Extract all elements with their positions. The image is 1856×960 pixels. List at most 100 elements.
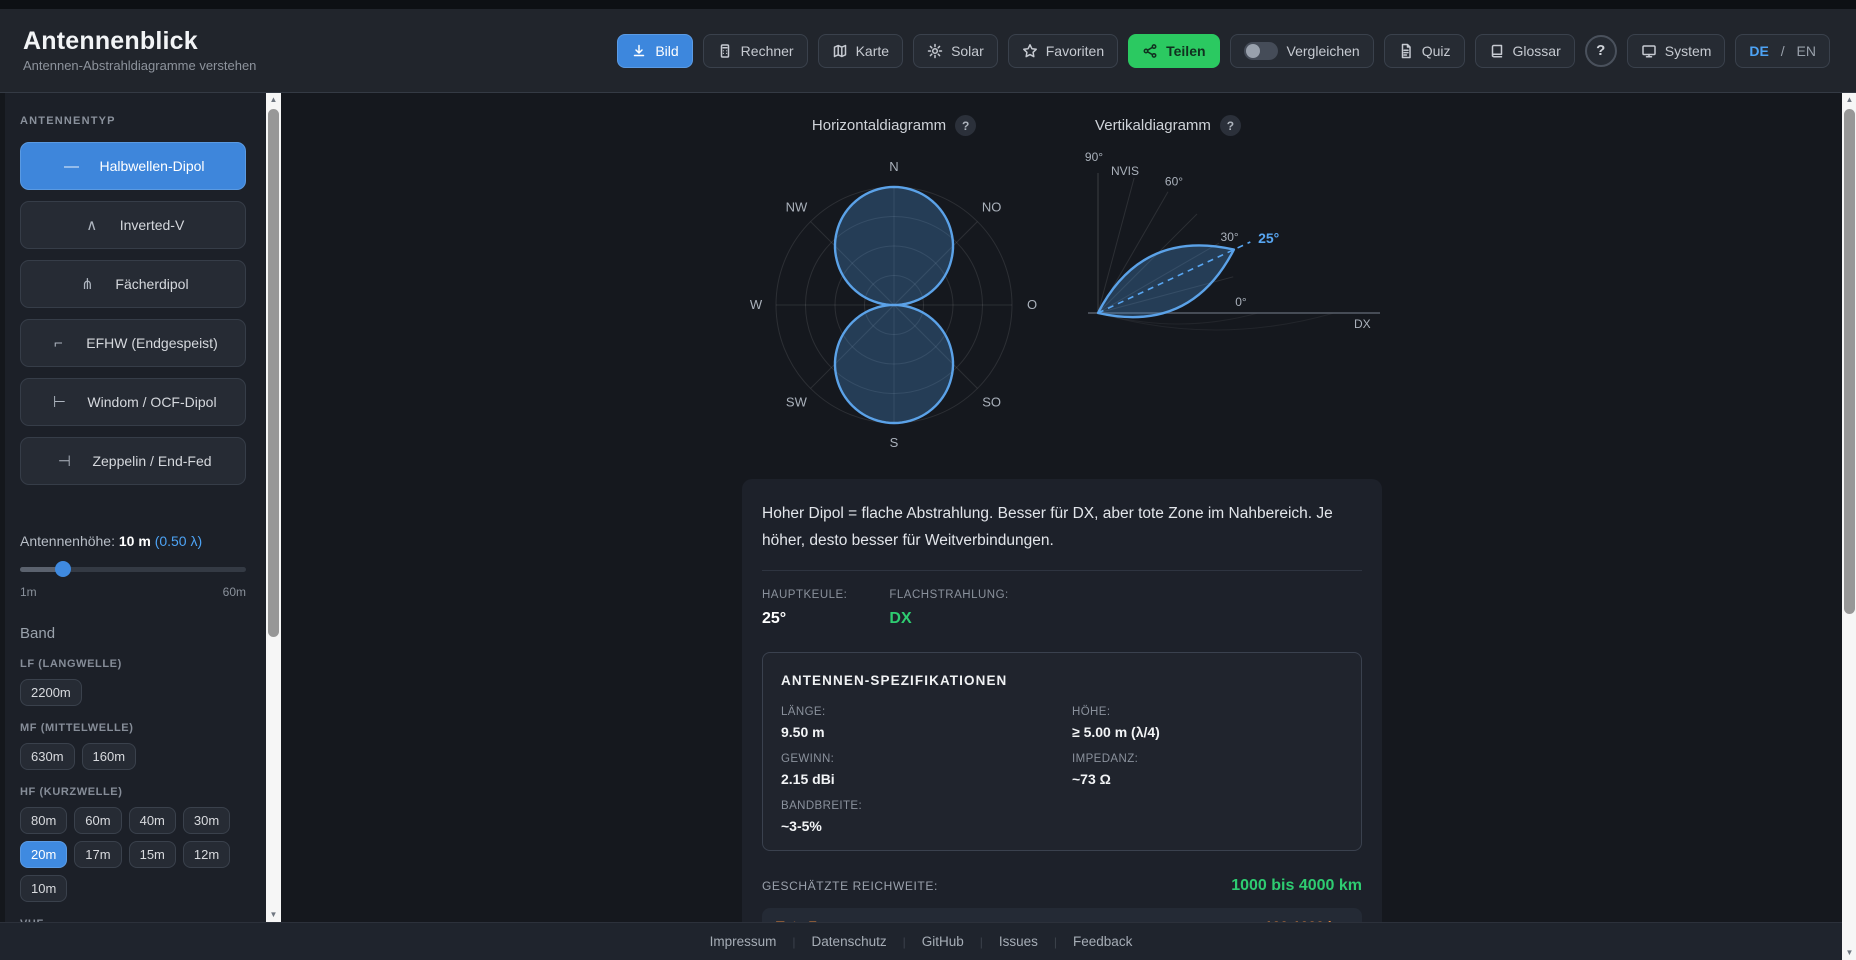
map-icon <box>832 43 848 59</box>
svg-text:N: N <box>889 159 898 174</box>
antenna-item-label: Halbwellen-Dipol <box>99 158 204 174</box>
system-button[interactable]: System <box>1627 34 1726 68</box>
system-label: System <box>1665 43 1712 59</box>
help-badge[interactable]: ? <box>955 115 976 136</box>
svg-text:W: W <box>750 297 763 312</box>
antenna-item-inverted-v[interactable]: ∧ Inverted-V <box>20 201 246 249</box>
window-top-strip <box>0 0 1856 9</box>
vertical-pattern-chart: 90°60°30°0°NVISDX25° <box>1078 131 1408 351</box>
footer-link-datenschutz[interactable]: Datenschutz <box>812 934 887 949</box>
slider-minmax: 1m 60m <box>20 585 246 599</box>
band-chip-15m[interactable]: 15m <box>129 841 176 868</box>
compare-toggle[interactable]: Vergleichen <box>1230 34 1374 68</box>
stat-label: HAUPTKEULE: <box>762 589 847 601</box>
svg-text:NO: NO <box>982 199 1002 214</box>
page-scrollbar[interactable]: ▲ ▼ <box>1842 93 1856 960</box>
band-chip-80m[interactable]: 80m <box>20 807 67 834</box>
button-label: Glossar <box>1513 43 1561 59</box>
height-slider[interactable] <box>20 561 246 577</box>
antenna-item-windom-ocf-dipol[interactable]: ⊢Windom / OCF-Dipol <box>20 378 246 426</box>
svg-text:90°: 90° <box>1085 150 1103 164</box>
antenna-item-halbwellen-dipol[interactable]: —Halbwellen-Dipol <box>20 142 246 190</box>
antenna-item-label: Fächerdipol <box>115 276 188 292</box>
footer-link-feedback[interactable]: Feedback <box>1073 934 1132 949</box>
spec-value: ~3-5% <box>781 818 1052 834</box>
info-card: Hoher Dipol = flache Abstrahlung. Besser… <box>742 479 1382 922</box>
scroll-up-icon[interactable]: ▲ <box>266 93 281 107</box>
page-title: Antennenblick <box>23 27 256 56</box>
footer-separator: | <box>792 935 795 949</box>
action-button-solar[interactable]: Solar <box>913 34 998 68</box>
action-button-karte[interactable]: Karte <box>818 34 903 68</box>
language-divider: / <box>1777 43 1789 59</box>
band-chip-630m[interactable]: 630m <box>20 743 75 770</box>
calculator-icon <box>717 43 733 59</box>
slider-thumb[interactable] <box>55 561 71 577</box>
band-chip-160m[interactable]: 160m <box>82 743 137 770</box>
windom-icon: ⊢ <box>49 393 69 411</box>
antenna-item-zeppelin-end-fed[interactable]: ⊣Zeppelin / End-Fed <box>20 437 246 485</box>
monitor-icon <box>1641 43 1657 59</box>
sidebar-scrollbar[interactable]: ▲ ▼ <box>266 93 281 922</box>
band-chip-30m[interactable]: 30m <box>183 807 230 834</box>
scroll-down-icon[interactable]: ▼ <box>266 908 281 922</box>
scroll-up-icon[interactable]: ▲ <box>1842 93 1856 107</box>
antenna-description: Hoher Dipol = flache Abstrahlung. Besser… <box>762 501 1362 554</box>
spec-box: ANTENNEN-SPEZIFIKATIONEN LÄNGE:9.50 mHÖH… <box>762 652 1362 851</box>
action-button-quiz[interactable]: Quiz <box>1384 34 1465 68</box>
antenna-item-fächerdipol[interactable]: ⋔ Fächerdipol <box>20 260 246 308</box>
action-button-rechner[interactable]: Rechner <box>703 34 808 68</box>
spec-value: ≥ 5.00 m (λ/4) <box>1072 724 1343 740</box>
button-label: Rechner <box>741 43 794 59</box>
action-button-bild[interactable]: Bild <box>617 34 692 68</box>
antenna-item-label: Inverted-V <box>120 217 185 233</box>
button-label: Quiz <box>1422 43 1451 59</box>
range-label: GESCHÄTZTE REICHWEITE: <box>762 879 938 893</box>
horizontal-title-text: Horizontaldiagramm <box>812 117 946 134</box>
help-button[interactable]: ? <box>1585 35 1617 67</box>
action-button-glossar[interactable]: Glossar <box>1475 34 1575 68</box>
band-group-label-lf-langwelle: LF (LANGWELLE) <box>20 658 246 670</box>
action-button-favoriten[interactable]: Favoriten <box>1008 34 1118 68</box>
page-scroll-thumb[interactable] <box>1844 109 1855 614</box>
stat-value: 25° <box>762 610 847 628</box>
toggle-switch-icon[interactable] <box>1244 42 1278 60</box>
band-chip-40m[interactable]: 40m <box>129 807 176 834</box>
action-button-teilen[interactable]: Teilen <box>1128 34 1219 68</box>
svg-text:60°: 60° <box>1165 174 1183 188</box>
spec-gewinn: GEWINN:2.15 dBi <box>781 753 1052 787</box>
share-icon <box>1142 43 1158 59</box>
sun-icon <box>927 43 943 59</box>
language-switch[interactable]: DE / EN <box>1735 34 1830 68</box>
compare-label: Vergleichen <box>1287 43 1360 59</box>
spec-label: HÖHE: <box>1072 706 1343 718</box>
antenna-item-efhw-endgespeist[interactable]: ⌐EFHW (Endgespeist) <box>20 319 246 367</box>
footer-link-impressum[interactable]: Impressum <box>710 934 777 949</box>
scroll-down-icon[interactable]: ▼ <box>1842 946 1856 960</box>
band-chip-12m[interactable]: 12m <box>183 841 230 868</box>
band-chip-2200m[interactable]: 2200m <box>20 679 82 706</box>
card-divider <box>762 570 1362 571</box>
footer-link-github[interactable]: GitHub <box>922 934 964 949</box>
document-icon <box>1398 43 1414 59</box>
svg-text:25°: 25° <box>1258 230 1279 246</box>
band-chip-row: 80m 60m 40m 30m 20m 17m 15m 12m 10m <box>20 807 246 902</box>
footer-link-issues[interactable]: Issues <box>999 934 1038 949</box>
height-value: 10 m <box>119 533 151 549</box>
chart-title-horizontal: Horizontaldiagramm ? <box>734 115 1054 136</box>
fan-dipole-icon: ⋔ <box>77 275 97 293</box>
spec-grid: LÄNGE:9.50 mHÖHE:≥ 5.00 m (λ/4)GEWINN:2.… <box>781 706 1343 834</box>
page-subtitle: Antennen-Abstrahldiagramme verstehen <box>23 59 256 74</box>
sidebar-scroll-thumb[interactable] <box>268 109 279 637</box>
spec-box-title: ANTENNEN-SPEZIFIKATIONEN <box>781 673 1343 688</box>
antenna-item-label: EFHW (Endgespeist) <box>86 335 217 351</box>
sidebar: ANTENNENTYP —Halbwellen-Dipol∧Inverted-V… <box>0 93 266 922</box>
range-row: GESCHÄTZTE REICHWEITE: 1000 bis 4000 km <box>762 877 1362 895</box>
footer-separator: | <box>1054 935 1057 949</box>
band-chip-60m[interactable]: 60m <box>74 807 121 834</box>
band-chip-20m[interactable]: 20m <box>20 841 67 868</box>
button-label: Teilen <box>1166 43 1205 59</box>
band-chip-10m[interactable]: 10m <box>20 875 67 902</box>
inverted-v-icon: ∧ <box>82 216 102 234</box>
band-chip-17m[interactable]: 17m <box>74 841 121 868</box>
